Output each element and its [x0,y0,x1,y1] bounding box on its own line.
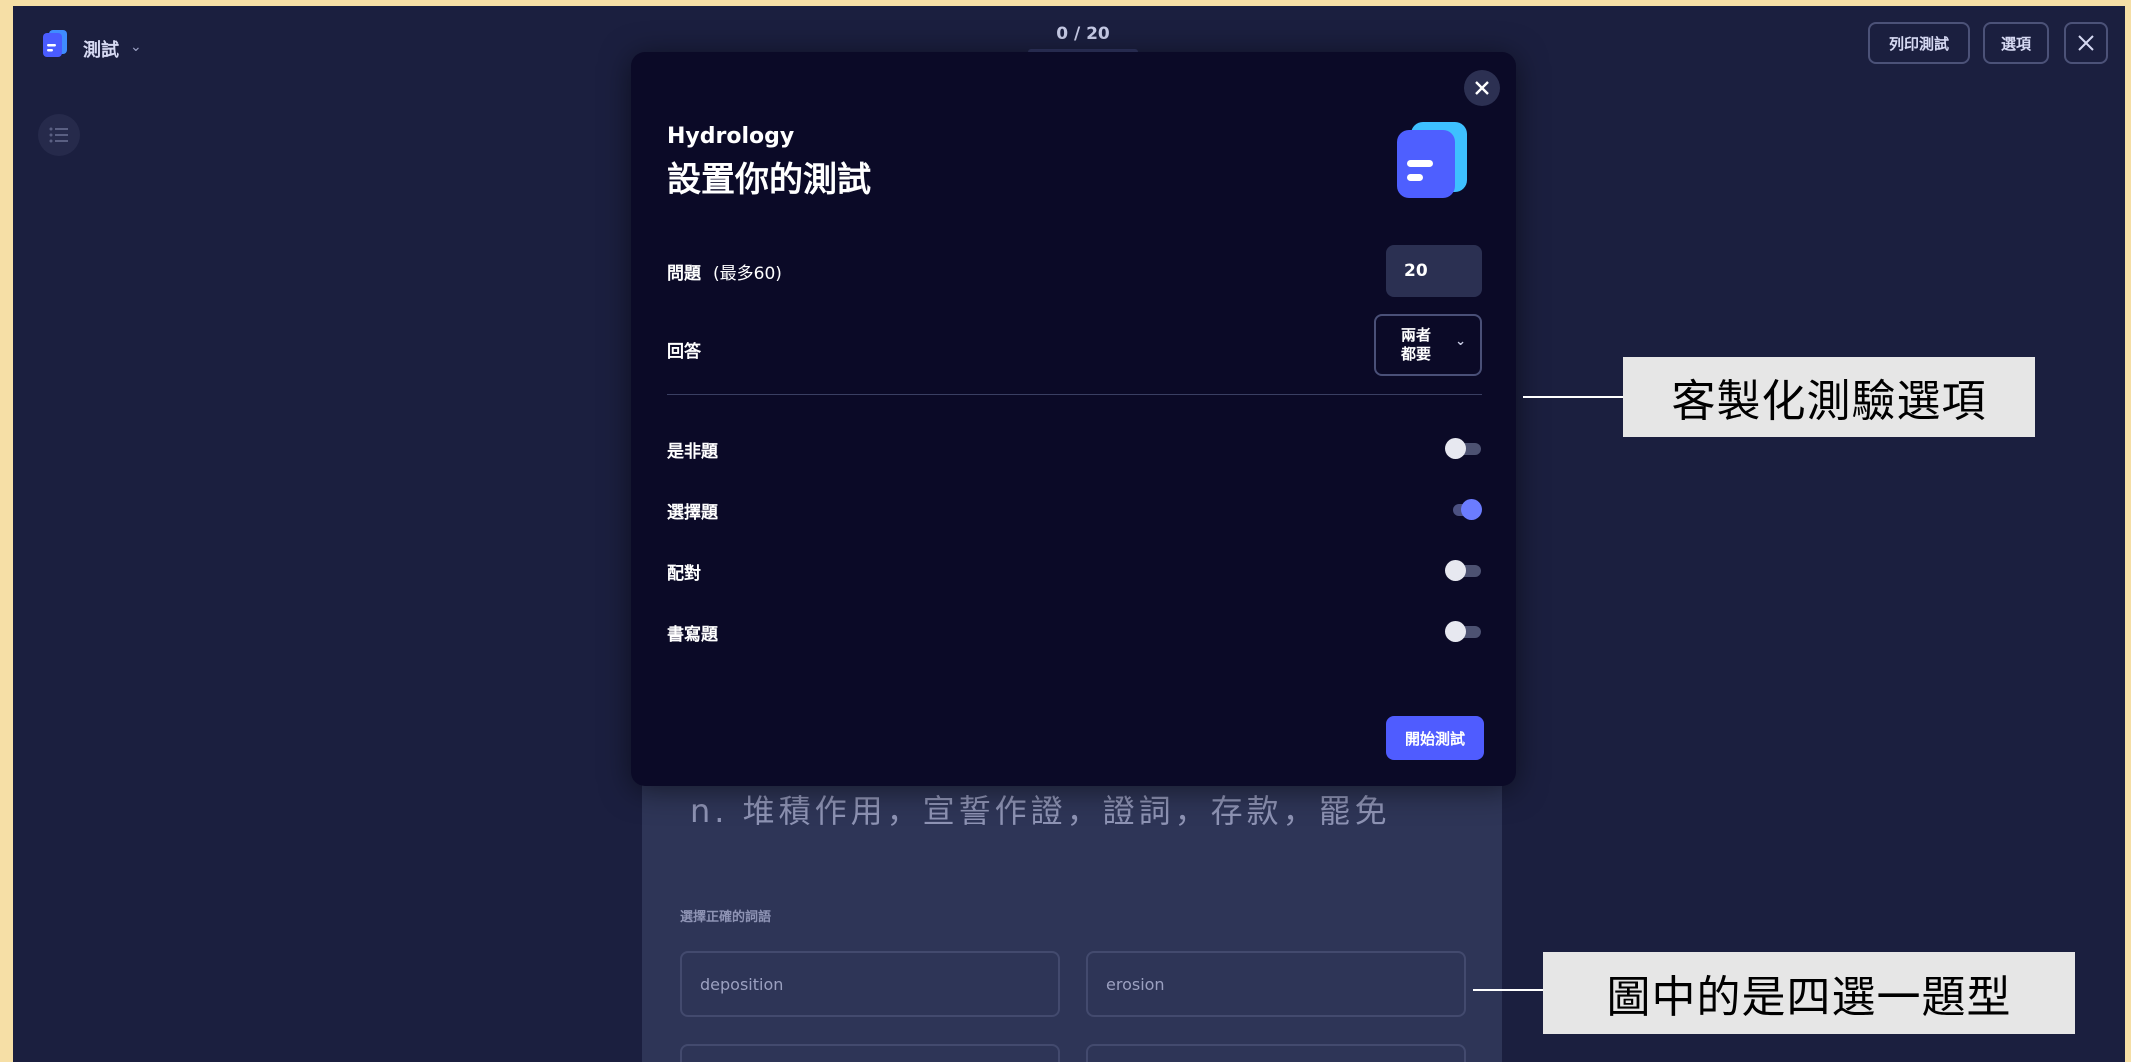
answer-option[interactable]: erosion [1086,951,1466,1017]
print-test-button[interactable]: 列印測試 [1868,22,1970,64]
chevron-down-icon[interactable]: ⌄ [130,39,142,55]
close-icon [1475,81,1489,95]
modal-title: 設置你的測試 [667,160,871,200]
question-text: n. 堆積作用，宣誓作證，證詞，存款，罷免 [690,792,1391,830]
true-false-toggle[interactable] [1443,438,1483,459]
written-label: 書寫題 [667,625,718,645]
test-setup-modal: Hydrology 設置你的測試 問題 (最多60) 20 回答 兩者 都要 ⌄ 是… [631,52,1516,786]
answer-option[interactable]: deposition [680,951,1060,1017]
annotation-customize: 客製化測驗選項 [1623,357,2035,437]
annotation-pointer [1523,396,1633,398]
answer-option[interactable] [680,1044,1060,1062]
question-prompt: 選擇正確的詞語 [680,910,772,925]
answer-mode-value: 兩者 都要 [1400,326,1431,363]
questions-count-input[interactable]: 20 [1386,245,1482,297]
answer-mode-select[interactable]: 兩者 都要 ⌄ [1374,314,1482,376]
exit-button[interactable] [2064,22,2108,64]
question-card: n. 堆積作用，宣誓作證，證詞，存款，罷免 選擇正確的詞語 deposition… [642,746,1502,1062]
written-toggle[interactable] [1443,621,1483,642]
questions-count-label: 問題 (最多60) [667,264,782,284]
multiple-choice-toggle[interactable] [1443,499,1483,520]
multiple-choice-label: 選擇題 [667,503,718,523]
list-icon [49,127,68,143]
set-name: Hydrology [667,124,795,149]
matching-toggle[interactable] [1443,560,1483,581]
questions-max-hint: (最多60) [713,264,782,284]
matching-label: 配對 [667,564,701,584]
progress-counter: 0 / 20 [1056,24,1110,44]
answer-label: 回答 [667,342,701,362]
quiz-mode-selector[interactable]: 測試 [83,36,119,62]
close-icon [2078,35,2094,51]
modal-close-button[interactable] [1464,70,1500,106]
study-app: 測試 ⌄ 0 / 20 列印測試 選項 n. 堆積作用，宣誓作證，證詞，存款，罷… [13,6,2125,1062]
question-list-button[interactable] [38,114,80,156]
annotation-question-type: 圖中的是四選一題型 [1543,952,2075,1034]
options-button[interactable]: 選項 [1983,22,2049,64]
answer-option[interactable] [1086,1044,1466,1062]
start-test-button[interactable]: 開始測試 [1386,716,1484,760]
true-false-label: 是非題 [667,442,718,462]
quiz-doc-icon [43,30,67,57]
test-doc-icon [1397,122,1467,198]
annotation-pointer [1473,989,1553,991]
divider [667,394,1482,395]
chevron-down-icon: ⌄ [1455,334,1466,349]
